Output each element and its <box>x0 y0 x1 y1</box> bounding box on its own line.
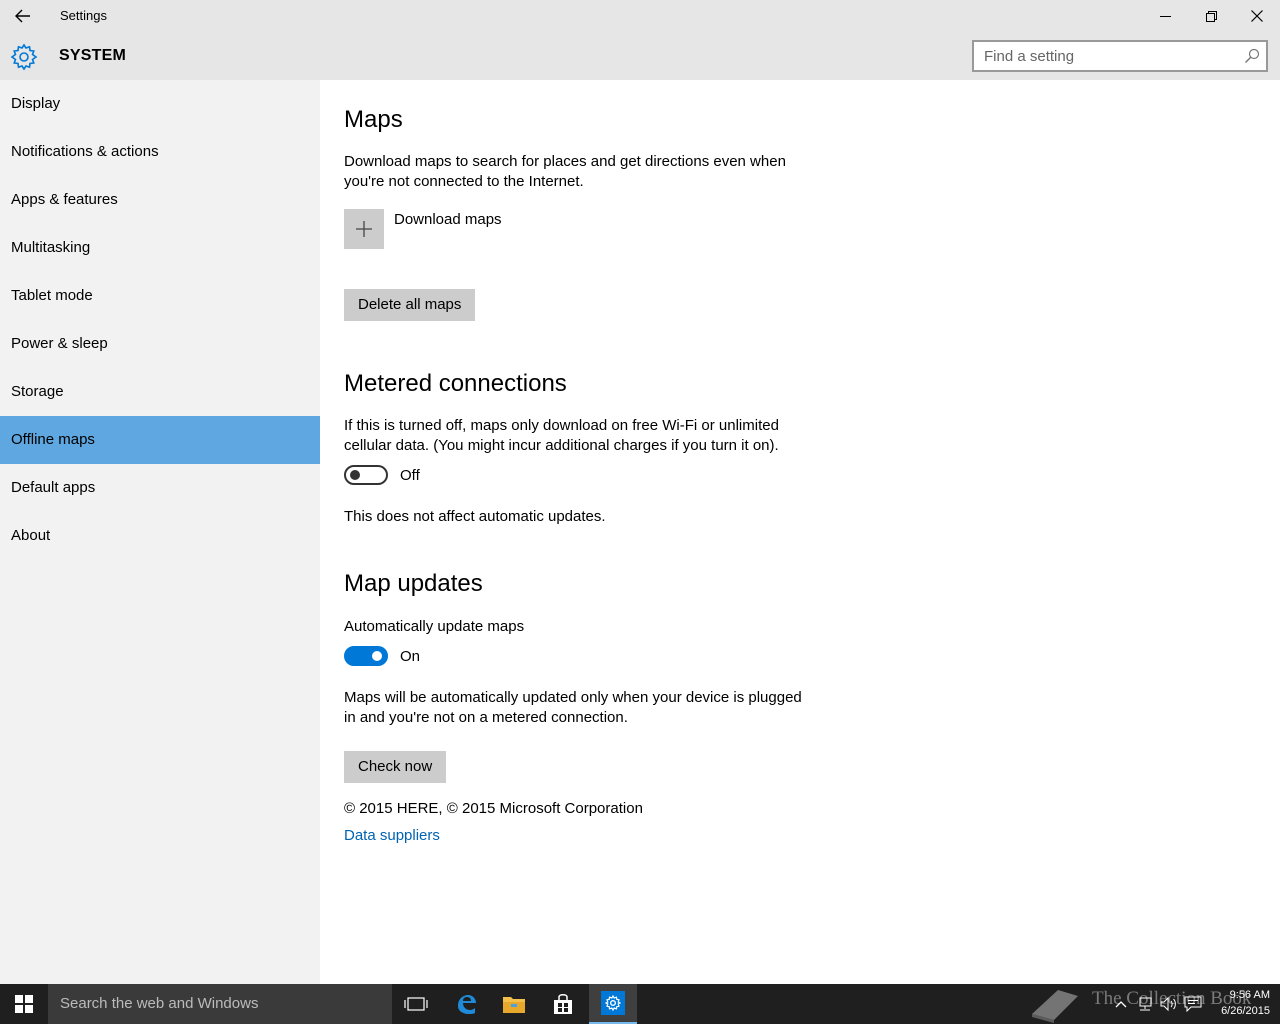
data-suppliers-link[interactable]: Data suppliers <box>344 827 440 844</box>
metered-note: This does not affect automatic updates. <box>344 508 606 525</box>
sidebar-item-apps-features[interactable]: Apps & features <box>0 176 320 224</box>
store-button[interactable] <box>539 984 587 1024</box>
task-view-button[interactable] <box>392 984 440 1024</box>
maps-description: Download maps to search for places and g… <box>344 153 786 190</box>
metered-toggle-state: Off <box>400 467 420 484</box>
task-view-icon <box>404 997 428 1011</box>
sidebar-item-notifications[interactable]: Notifications & actions <box>0 128 320 176</box>
sidebar-item-multitasking[interactable]: Multitasking <box>0 224 320 272</box>
settings-search-box[interactable] <box>972 40 1268 72</box>
back-arrow-icon <box>15 9 30 23</box>
search-input[interactable] <box>974 42 1234 70</box>
taskbar: Search the web and Windows The Collectio… <box>0 984 1280 1024</box>
check-now-button[interactable]: Check now <box>344 751 447 783</box>
edge-icon <box>458 995 476 1014</box>
clock-date: 6/26/2015 <box>1221 1005 1270 1017</box>
volume-icon <box>1160 996 1176 1012</box>
sidebar-item-power-sleep[interactable]: Power & sleep <box>0 320 320 368</box>
auto-update-description: Maps will be automatically updated only … <box>344 689 802 726</box>
search-icon[interactable] <box>1244 48 1260 64</box>
gear-icon <box>10 43 38 71</box>
metered-toggle[interactable] <box>344 465 388 485</box>
minimize-button[interactable] <box>1142 0 1188 32</box>
metered-description: If this is turned off, maps only downloa… <box>344 417 779 454</box>
close-button[interactable] <box>1234 0 1280 32</box>
volume-button[interactable] <box>1160 994 1178 1014</box>
sidebar: Display Notifications & actions Apps & f… <box>0 80 320 984</box>
window-title: Settings <box>60 8 107 23</box>
download-maps-button[interactable] <box>344 209 384 249</box>
close-icon <box>1251 10 1263 22</box>
restore-icon <box>1205 10 1217 22</box>
settings-tile <box>601 991 625 1015</box>
notifications-icon <box>1184 996 1202 1012</box>
settings-header: SYSTEM <box>0 32 1280 80</box>
folder-icon <box>503 997 525 1013</box>
main-content: Maps Download maps to search for places … <box>320 80 1280 984</box>
restore-button[interactable] <box>1188 0 1234 32</box>
store-icon <box>554 994 572 1014</box>
file-explorer-button[interactable] <box>490 984 538 1024</box>
sidebar-item-offline-maps[interactable]: Offline maps <box>0 416 320 464</box>
sidebar-item-default-apps[interactable]: Default apps <box>0 464 320 512</box>
sidebar-item-storage[interactable]: Storage <box>0 368 320 416</box>
maps-heading: Maps <box>344 106 403 133</box>
minimize-icon <box>1159 15 1171 17</box>
delete-all-maps-button[interactable]: Delete all maps <box>344 289 476 321</box>
toggle-knob <box>372 651 382 661</box>
section-title: SYSTEM <box>59 47 126 64</box>
book-logo-icon <box>1032 990 1078 1023</box>
metered-heading: Metered connections <box>344 370 567 397</box>
action-center-button[interactable] <box>1184 994 1202 1014</box>
network-button[interactable] <box>1136 994 1154 1014</box>
download-maps-label[interactable]: Download maps <box>394 211 502 228</box>
clock-time: 9:56 AM <box>1229 989 1270 1001</box>
sidebar-item-tablet-mode[interactable]: Tablet mode <box>0 272 320 320</box>
back-button[interactable] <box>8 2 38 30</box>
edge-button[interactable] <box>442 984 490 1024</box>
map-updates-heading: Map updates <box>344 570 483 597</box>
title-bar: Settings <box>0 0 1280 32</box>
auto-update-title: Automatically update maps <box>344 618 525 635</box>
auto-update-toggle-state: On <box>400 648 421 665</box>
gear-icon <box>605 995 621 1011</box>
windows-logo-icon <box>15 995 33 1013</box>
plus-icon <box>356 221 372 237</box>
toggle-knob <box>350 470 360 480</box>
clock[interactable]: 9:56 AM 6/26/2015 <box>1210 987 1270 1019</box>
network-icon <box>1139 997 1152 1011</box>
copyright-text: © 2015 HERE, © 2015 Microsoft Corporatio… <box>344 800 643 817</box>
chevron-up-icon <box>1115 1001 1127 1008</box>
show-hidden-icons-button[interactable] <box>1112 994 1130 1014</box>
start-button[interactable] <box>0 984 48 1024</box>
settings-taskbar-button[interactable] <box>589 984 637 1024</box>
sidebar-item-about[interactable]: About <box>0 512 320 560</box>
auto-update-toggle[interactable] <box>344 646 388 666</box>
taskbar-search-box[interactable]: Search the web and Windows <box>48 984 392 1024</box>
sidebar-item-display[interactable]: Display <box>0 80 320 128</box>
